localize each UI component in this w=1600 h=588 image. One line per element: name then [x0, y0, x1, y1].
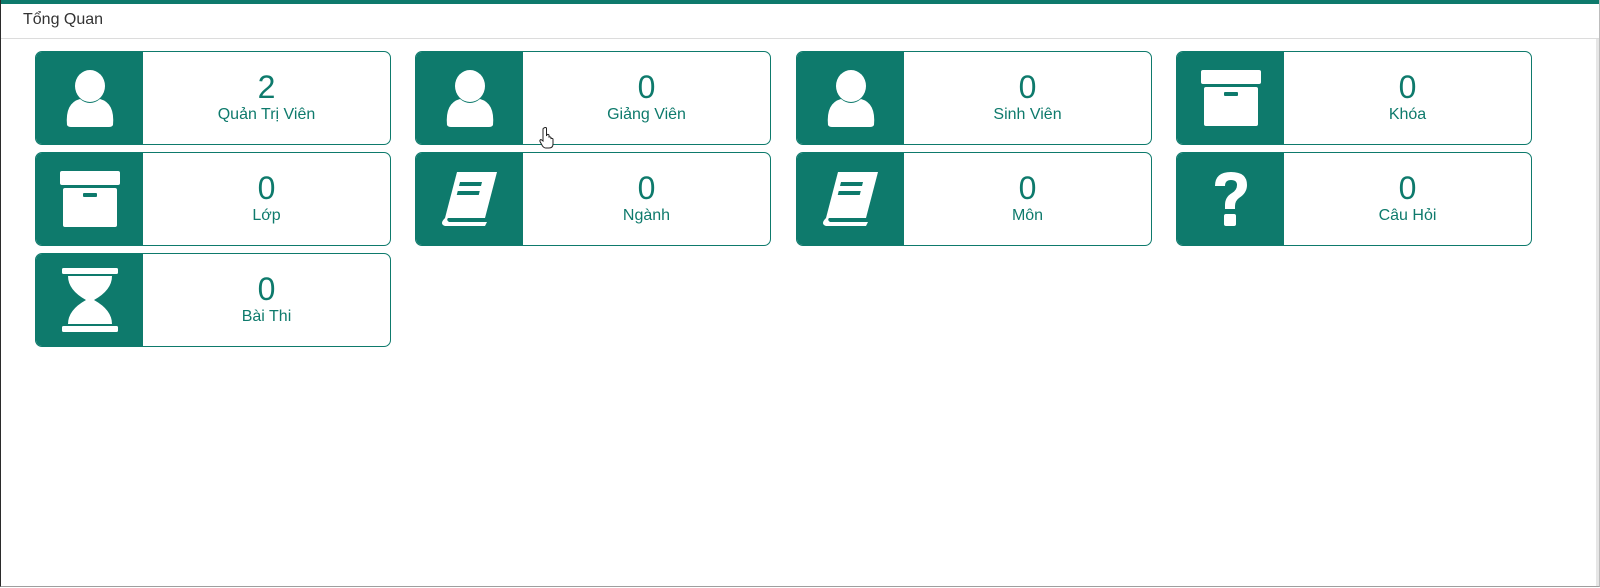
stat-card-sinh-vien[interactable]: 0 Sinh Viên: [796, 51, 1152, 145]
stat-count: 0: [1398, 69, 1417, 105]
stat-label: Câu Hỏi: [1378, 207, 1437, 224]
stat-count: 0: [1018, 170, 1037, 206]
stat-card-bai-thi[interactable]: 0 Bài Thi: [35, 253, 391, 347]
stat-card-lop[interactable]: 0 Lớp: [35, 152, 391, 246]
book-icon: [797, 153, 904, 245]
stat-label: Khóa: [1388, 106, 1427, 123]
stat-card-content: 0 Môn: [904, 153, 1151, 245]
stat-card-quan-tri-vien[interactable]: 2 Quản Trị Viên: [35, 51, 391, 145]
archive-box-icon: [1177, 52, 1284, 144]
stat-card-giang-vien[interactable]: 0 Giảng Viên: [415, 51, 771, 145]
stat-card-content: 0 Bài Thi: [143, 254, 390, 346]
stat-card-content: 0 Sinh Viên: [904, 52, 1151, 144]
stat-label: Môn: [1011, 207, 1044, 224]
stat-card-content: 0 Lớp: [143, 153, 390, 245]
stat-label: Lớp: [252, 207, 281, 224]
stat-count: 0: [637, 69, 656, 105]
stat-card-content: 2 Quản Trị Viên: [143, 52, 390, 144]
page-frame: Tổng Quan 2 Quản Trị Viên 0 Giảng Viên 0…: [0, 0, 1600, 587]
stat-label: Sinh Viên: [993, 106, 1062, 123]
hand-cursor-icon: [539, 127, 554, 149]
stat-card-cau-hoi[interactable]: 0 Câu Hỏi: [1176, 152, 1532, 246]
stat-count: 0: [1018, 69, 1037, 105]
stat-label: Ngành: [622, 207, 671, 224]
hourglass-icon: [36, 254, 143, 346]
stat-count: 2: [257, 69, 276, 105]
stat-card-content: 0 Ngành: [523, 153, 770, 245]
stat-label: Giảng Viên: [607, 106, 686, 123]
stat-count: 0: [1398, 170, 1417, 206]
stat-card-khoa[interactable]: 0 Khóa: [1176, 51, 1532, 145]
stat-count: 0: [257, 170, 276, 206]
user-icon: [36, 52, 143, 144]
stat-card-nganh[interactable]: 0 Ngành: [415, 152, 771, 246]
stat-card-mon[interactable]: 0 Môn: [796, 152, 1152, 246]
user-icon: [797, 52, 904, 144]
question-icon: [1177, 153, 1284, 245]
page-title: Tổng Quan: [23, 11, 104, 28]
book-icon: [416, 153, 523, 245]
stat-label: Bài Thi: [241, 308, 292, 325]
page-header: Tổng Quan: [1, 4, 1599, 39]
user-icon: [416, 52, 523, 144]
stat-card-content: 0 Khóa: [1284, 52, 1531, 144]
stat-count: 0: [637, 170, 656, 206]
scrollbar-track[interactable]: [1596, 39, 1599, 586]
stat-card-content: 0 Câu Hỏi: [1284, 153, 1531, 245]
stat-label: Quản Trị Viên: [217, 106, 316, 123]
stat-card-content: 0 Giảng Viên: [523, 52, 770, 144]
stat-count: 0: [257, 271, 276, 307]
archive-box-icon: [36, 153, 143, 245]
